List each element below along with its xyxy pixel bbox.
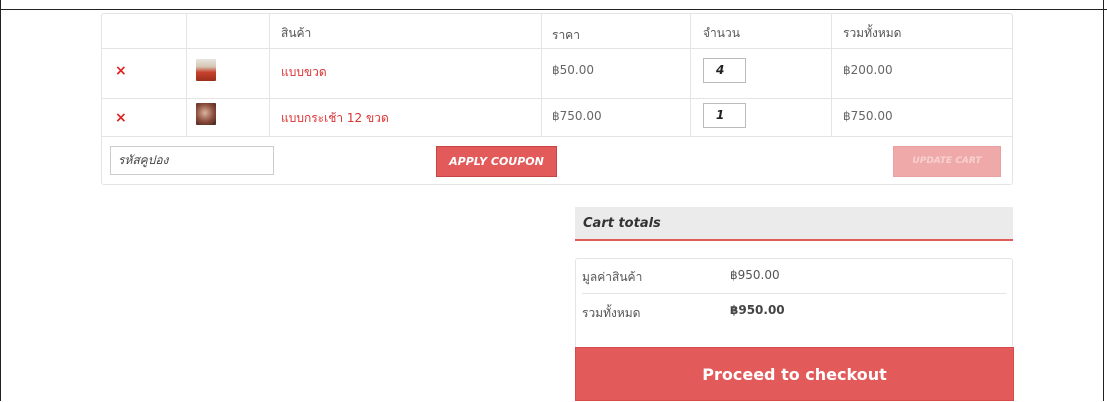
- item-price: ฿750.00: [552, 109, 602, 123]
- subtotal-label: มูลค่าสินค้า: [582, 270, 643, 284]
- row-divider: [582, 293, 1006, 294]
- product-link[interactable]: แบบขวด: [281, 63, 327, 82]
- row-divider: [102, 136, 1012, 137]
- header-total: รวมทั้งหมด: [843, 26, 902, 40]
- remove-item-icon[interactable]: ×: [115, 110, 127, 126]
- subtotal-value: ฿950.00: [730, 268, 780, 282]
- header-price: ราคา: [552, 28, 580, 42]
- header-product: สินค้า: [281, 26, 312, 40]
- remove-item-icon[interactable]: ×: [115, 63, 127, 79]
- item-total: ฿750.00: [843, 109, 893, 123]
- total-value: ฿950.00: [730, 303, 785, 317]
- column-divider: [186, 14, 187, 136]
- quantity-input[interactable]: 4: [703, 58, 746, 83]
- cart-totals-title: Cart totals: [583, 216, 661, 231]
- cart-totals-header: Cart totals: [575, 207, 1013, 241]
- quantity-input[interactable]: 1: [703, 103, 746, 128]
- row-divider: [102, 98, 1012, 99]
- coupon-code-input[interactable]: รหัสคูปอง: [110, 146, 274, 175]
- row-divider: [102, 48, 1012, 49]
- column-divider: [541, 14, 542, 136]
- basket-thumbnail[interactable]: [196, 103, 216, 125]
- bottle-thumbnail[interactable]: [196, 59, 216, 81]
- apply-coupon-button[interactable]: APPLY COUPON: [436, 146, 557, 177]
- item-price: ฿50.00: [552, 63, 594, 77]
- total-label: รวมทั้งหมด: [582, 306, 641, 320]
- header-quantity: จำนวน: [703, 26, 740, 40]
- page-right-border: [1103, 0, 1104, 401]
- product-link[interactable]: แบบกระเช้า 12 ขวด: [281, 109, 389, 128]
- page-left-border: [0, 0, 1, 401]
- update-cart-button[interactable]: UPDATE CART: [893, 146, 1001, 177]
- column-divider: [831, 14, 832, 136]
- page-top-border: [0, 9, 1107, 10]
- proceed-to-checkout-button[interactable]: Proceed to checkout: [575, 347, 1014, 401]
- column-divider: [269, 14, 270, 136]
- column-divider: [690, 14, 691, 136]
- item-total: ฿200.00: [843, 63, 893, 77]
